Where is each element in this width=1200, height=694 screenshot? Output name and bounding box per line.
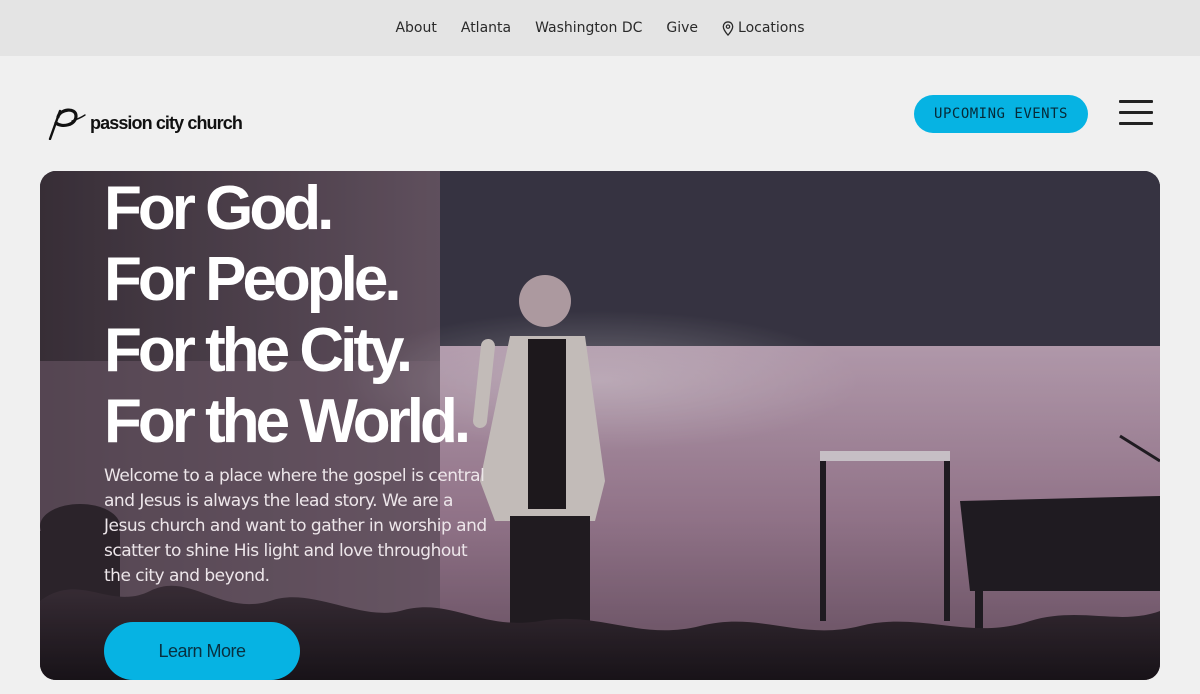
headline-line: For People. xyxy=(104,245,402,314)
hero-banner: For God. For People. For the City. For t… xyxy=(40,171,1160,680)
hamburger-menu-icon[interactable] xyxy=(1119,98,1153,128)
headline-line: For God. xyxy=(104,174,334,243)
nav-link-locations-label: Locations xyxy=(738,20,805,36)
nav-link-washington-dc[interactable]: Washington DC xyxy=(535,20,642,36)
site-header: passion city church UPCOMING EVENTS xyxy=(0,56,1200,171)
nav-link-atlanta[interactable]: Atlanta xyxy=(461,20,511,36)
menu-line xyxy=(1119,111,1153,114)
headline-line: For the World. xyxy=(104,387,471,456)
hero-headline: For God. For People. For the City. For t… xyxy=(104,173,471,457)
menu-line xyxy=(1119,122,1153,125)
learn-more-button[interactable]: Learn More xyxy=(104,622,300,680)
nav-link-about[interactable]: About xyxy=(395,20,436,36)
headline-line: For the City. xyxy=(104,316,413,385)
nav-link-locations[interactable]: Locations xyxy=(722,20,805,36)
hero-description: Welcome to a place where the gospel is c… xyxy=(104,466,487,586)
passion-logo-icon xyxy=(48,108,86,140)
logo-wordmark: passion city church xyxy=(90,112,243,133)
map-pin-icon xyxy=(722,20,734,36)
nav-link-give[interactable]: Give xyxy=(666,20,698,36)
menu-line xyxy=(1119,100,1153,103)
top-utility-nav: About Atlanta Washington DC Give Locatio… xyxy=(0,0,1200,56)
upcoming-events-button[interactable]: UPCOMING EVENTS xyxy=(914,95,1088,133)
site-logo[interactable]: passion city church xyxy=(46,106,243,140)
